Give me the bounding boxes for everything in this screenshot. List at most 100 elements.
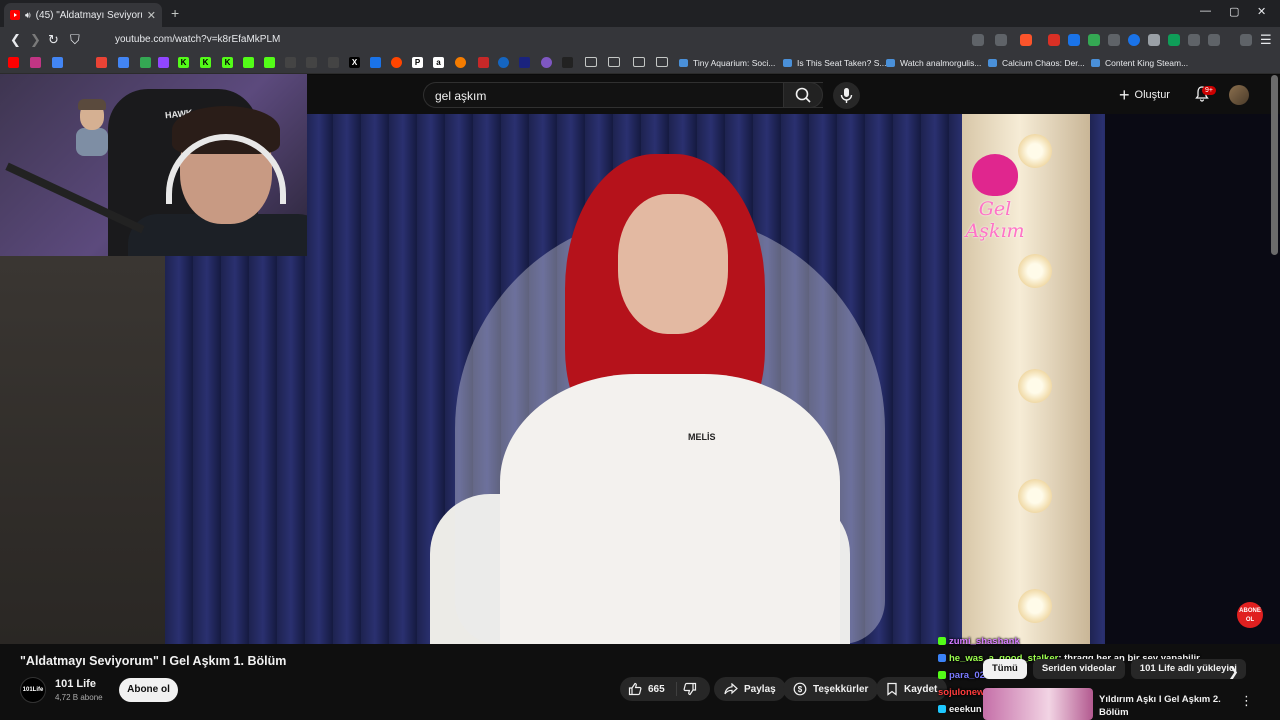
recommended-video-title[interactable]: Yıldırım Aşkı I Gel Aşkım 2. Bölüm (1099, 693, 1229, 719)
chat-badge-icon (938, 637, 946, 645)
tab-close-icon[interactable]: ✕ (147, 9, 156, 22)
url-field[interactable]: youtube.com/watch?v=k8rEfaMkPLM (115, 34, 280, 45)
sidebar-icon[interactable] (1208, 34, 1220, 46)
menu-icon[interactable]: ☰ (1260, 32, 1272, 48)
bookmark-icon[interactable] (243, 57, 254, 68)
browser-tab-youtube[interactable]: 🔊︎ (45) "Aldatmayı Seviyorum" I ✕ (4, 3, 162, 27)
brave-shield-icon[interactable] (1020, 34, 1032, 46)
page-scrollbar[interactable] (1271, 75, 1278, 255)
bookmark-icon[interactable] (562, 57, 573, 68)
bookmark-icon[interactable] (118, 57, 129, 68)
minimize-button[interactable]: — (1200, 5, 1211, 17)
like-button[interactable]: 665 (628, 682, 665, 696)
bookmark-icon[interactable] (370, 57, 381, 68)
search-button[interactable] (783, 82, 823, 108)
browser-tab-strip: 🔊︎ (45) "Aldatmayı Seviyorum" I ✕ + — ▢ … (0, 0, 1280, 27)
twitch-bookmark-icon[interactable] (158, 57, 169, 68)
recommended-video-thumbnail[interactable] (983, 688, 1093, 720)
maximize-button[interactable]: ▢ (1229, 5, 1239, 18)
folder-icon[interactable] (585, 57, 597, 67)
chat-username: eeekun (949, 704, 982, 715)
bookmark-icon[interactable] (455, 57, 466, 68)
bookmark-icon[interactable] (285, 57, 296, 68)
save-button[interactable]: Kaydet (876, 677, 948, 701)
extension-icon[interactable] (1048, 34, 1060, 46)
extension-icon[interactable] (1148, 34, 1160, 46)
bookmark-icon[interactable] (264, 57, 275, 68)
extension-icon[interactable] (1068, 34, 1080, 46)
extension-icon[interactable] (1088, 34, 1100, 46)
chat-badge-icon (938, 705, 946, 713)
gmail-bookmark-icon[interactable] (96, 57, 107, 68)
subscribe-button[interactable]: Abone ol (119, 678, 178, 702)
left-backdrop (0, 256, 165, 644)
thumbs-up-icon (628, 682, 642, 696)
chat-username: para_02 (949, 670, 985, 681)
bookmark-icon[interactable] (498, 57, 509, 68)
chat-badge-icon (938, 671, 946, 679)
bookmark-icon[interactable] (140, 57, 151, 68)
address-bar-row: ❮ ❯ ↻ ⛉ youtube.com/watch?v=k8rEfaMkPLM … (0, 27, 1280, 53)
bookmark-icon[interactable] (52, 57, 63, 68)
folder-icon[interactable] (656, 57, 668, 67)
video-title: "Aldatmayı Seviyorum" I Gel Aşkım 1. Böl… (20, 654, 287, 668)
media-icon[interactable] (1240, 34, 1252, 46)
bookmark-icon[interactable]: ⛉ (70, 32, 80, 48)
new-tab-button[interactable]: + (171, 5, 179, 21)
extensions-puzzle-icon[interactable] (1188, 34, 1200, 46)
more-options-icon[interactable]: ⋮ (1240, 693, 1253, 709)
extension-icon[interactable] (1108, 34, 1120, 46)
reload-icon[interactable]: ↻ (48, 32, 59, 48)
kick-bookmark-icon[interactable]: K (178, 57, 189, 68)
close-window-button[interactable]: ✕ (1257, 5, 1266, 18)
back-icon[interactable]: ❮ (10, 32, 21, 48)
bookmark-icon[interactable] (478, 57, 489, 68)
bookmark-link[interactable]: Watch analmorgulis... (886, 58, 981, 68)
kick-bookmark-icon[interactable]: K (200, 57, 211, 68)
bookmark-icon[interactable] (519, 57, 530, 68)
channel-name[interactable]: 101 Life (55, 678, 96, 690)
create-button[interactable]: + Oluştur (1119, 84, 1170, 106)
account-avatar[interactable] (1229, 85, 1249, 105)
plus-icon: + (1119, 85, 1130, 105)
bookmark-link[interactable]: Calcium Chaos: Der... (988, 58, 1085, 68)
extension-icon[interactable] (1168, 34, 1180, 46)
cast-icon[interactable] (972, 34, 984, 46)
amazon-bookmark-icon[interactable]: a (433, 57, 444, 68)
channel-avatar[interactable]: 101Life (20, 677, 46, 703)
bookmark-icon[interactable] (306, 57, 317, 68)
video-face (618, 194, 728, 334)
save-bookmark-icon (887, 682, 897, 696)
thumbs-down-icon[interactable] (683, 682, 697, 696)
notification-badge: 9+ (1202, 86, 1216, 95)
bookmark-icon[interactable]: P (412, 57, 423, 68)
bookmark-link[interactable]: Content King Steam... (1091, 58, 1188, 68)
tab-title: (45) "Aldatmayı Seviyorum" I (35, 9, 142, 21)
chips-next-icon[interactable]: ❯ (1228, 664, 1239, 680)
speaker-icon[interactable]: 🔊︎ (25, 10, 31, 21)
svg-text:$: $ (798, 685, 803, 694)
folder-icon[interactable] (633, 57, 645, 67)
voice-search-button[interactable] (833, 82, 860, 109)
chip-series[interactable]: Seriden videolar (1032, 659, 1125, 679)
kick-bookmark-icon[interactable]: K (222, 57, 233, 68)
bookmark-link[interactable]: Tiny Aquarium: Soci... (679, 58, 775, 68)
share-button[interactable]: Paylaş (714, 677, 786, 701)
x-bookmark-icon[interactable]: X (349, 57, 360, 68)
youtube-bookmark-icon[interactable] (8, 57, 19, 68)
reddit-bookmark-icon[interactable] (391, 57, 402, 68)
forward-icon[interactable]: ❯ (30, 32, 41, 48)
bookmark-icon[interactable] (541, 57, 552, 68)
heart-lock-icon (972, 154, 1018, 196)
search-input[interactable]: gel aşkım ✕ (423, 82, 823, 108)
share-icon (724, 683, 738, 695)
bookmark-icon[interactable] (328, 57, 339, 68)
chip-all[interactable]: Tümü (983, 659, 1027, 679)
extension-icon[interactable] (1128, 34, 1140, 46)
folder-icon[interactable] (608, 57, 620, 67)
thanks-button[interactable]: $ Teşekkürler (783, 677, 879, 701)
share-page-icon[interactable] (995, 34, 1007, 46)
bookmark-link[interactable]: Is This Seat Taken? S... (783, 58, 886, 68)
instagram-bookmark-icon[interactable] (30, 57, 41, 68)
streamer-webcam: HAWK (0, 74, 307, 256)
